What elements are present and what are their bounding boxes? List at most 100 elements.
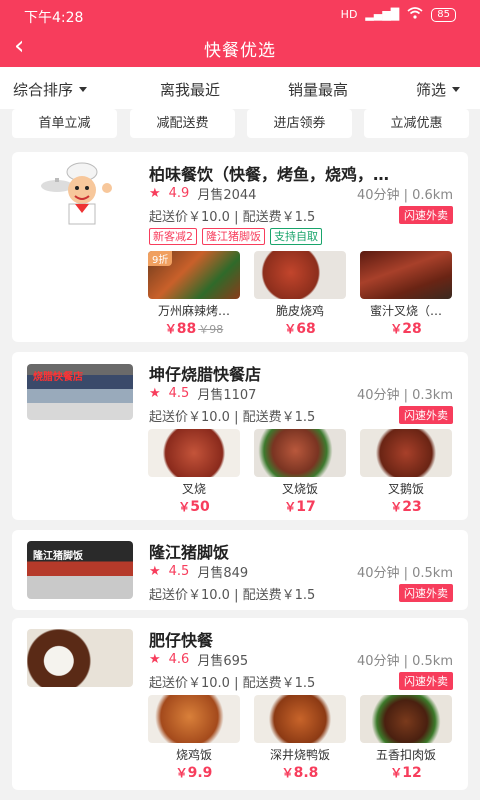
signal-icon: HD <box>340 8 358 21</box>
shop-name: 肥仔快餐 <box>149 631 214 650</box>
dish-name: 烧鸡饭 <box>175 748 212 762</box>
price-value: 17 <box>296 499 316 515</box>
status-time: 下午4:28 <box>24 10 84 26</box>
filter-button[interactable]: 筛选 <box>416 79 461 100</box>
shop-sign-text: 烧腊快餐店 <box>33 372 83 383</box>
promo-tag: 新客减2 <box>149 228 197 245</box>
promo-tag: 隆江猪脚饭 <box>202 228 265 245</box>
flash-delivery-badge: 闪速外卖 <box>399 584 453 602</box>
filter-first-order[interactable]: 首单立减 <box>12 109 117 138</box>
price-value: 88 <box>176 321 197 337</box>
shop-fees: 起送价￥10.0 | 配送费￥1.5 <box>149 588 316 603</box>
dish-name: 叉烧饭 <box>281 482 318 496</box>
dish-image <box>254 695 346 743</box>
shop-rating-row: ★ 4.9 月售2044 <box>149 184 256 203</box>
flash-delivery-badge: 闪速外卖 <box>399 406 453 424</box>
status-bar: 下午4:28 HD ▂▄▆█ 85 <box>0 0 480 30</box>
shop-sign-text: 隆江猪脚饭 <box>33 551 83 562</box>
currency-symbol: ￥ <box>284 322 297 336</box>
dish-name: 叉鹅饭 <box>387 482 424 496</box>
dish-name: 脆皮烧鸡 <box>275 304 324 318</box>
shop-rating: 4.6 <box>168 652 190 667</box>
dish-price: ￥8.8 <box>254 764 346 781</box>
shop-logo <box>27 629 133 687</box>
shop-name: 坤仔烧腊快餐店 <box>149 365 262 384</box>
price-value: 50 <box>190 499 210 515</box>
shop-fees: 起送价￥10.0 | 配送费￥1.5 <box>149 410 316 425</box>
shop-fees: 起送价￥10.0 | 配送费￥1.5 <box>149 210 316 225</box>
shop-rating-row: ★ 4.5 月售1107 <box>149 384 256 403</box>
dish-price: ￥23 <box>360 498 452 515</box>
dish-item[interactable]: 五香扣肉饭 ￥12 <box>360 695 452 781</box>
nav-bar: ‹ 快餐优选 <box>0 30 480 67</box>
dish-item[interactable]: 9折 万州麻辣烤… ￥88 ￥98 <box>148 251 240 337</box>
dish-price: ￥9.9 <box>148 764 240 781</box>
shop-logo <box>27 158 133 226</box>
dish-price: ￥68 <box>254 320 346 337</box>
dish-item[interactable]: 叉烧饭 ￥17 <box>254 429 346 515</box>
sort-label: 销量最高 <box>288 81 349 99</box>
filter-coupon[interactable]: 进店领券 <box>247 109 352 138</box>
caret-down-icon <box>452 87 461 92</box>
sort-nearest[interactable]: 离我最近 <box>160 79 220 100</box>
flash-delivery-badge: 闪速外卖 <box>399 206 453 224</box>
dish-item[interactable]: 脆皮烧鸡 ￥68 <box>254 251 346 337</box>
dish-image <box>360 695 452 743</box>
shop-sales: 月售849 <box>197 566 249 581</box>
currency-symbol: ￥ <box>178 500 191 514</box>
dish-image: 9折 <box>148 251 240 299</box>
dish-item[interactable]: 深井烧鸭饭 ￥8.8 <box>254 695 346 781</box>
dish-item[interactable]: 叉鹅饭 ￥23 <box>360 429 452 515</box>
shop-card[interactable]: 隆江猪脚饭 隆江猪脚饭 ★ 4.5 月售849 40分钟 | 0.5km 起送价￥1… <box>12 530 468 610</box>
cell-signal-icon: ▂▄▆█ <box>365 8 400 21</box>
sort-comprehensive[interactable]: 综合排序 <box>13 79 88 100</box>
sort-top-sales[interactable]: 销量最高 <box>288 79 348 100</box>
shop-card[interactable]: 柏味餐饮（快餐，烤鱼，烧鸡，… ★ 4.9 月售2044 40分钟 | 0.6km … <box>12 152 468 342</box>
shop-eta: 40分钟 | 0.5km <box>356 566 453 581</box>
dish-image <box>148 695 240 743</box>
shop-sales: 月售695 <box>197 654 249 669</box>
dish-name: 蜜汁叉烧（… <box>369 304 442 318</box>
dish-image <box>254 251 346 299</box>
original-price: ￥98 <box>198 323 224 336</box>
star-icon: ★ <box>149 186 161 201</box>
dish-price: ￥88 ￥98 <box>148 320 240 337</box>
price-value: 8.8 <box>293 765 319 781</box>
shop-logo: 烧腊快餐店 <box>27 364 133 420</box>
dish-name: 叉烧 <box>181 482 206 496</box>
shop-eta: 40分钟 | 0.3km <box>356 388 453 403</box>
star-icon: ★ <box>149 652 161 667</box>
dish-price: ￥17 <box>254 498 346 515</box>
shop-eta: 40分钟 | 0.5km <box>356 654 453 669</box>
sort-label: 筛选 <box>416 81 447 99</box>
currency-symbol: ￥ <box>164 322 177 336</box>
dish-price: ￥50 <box>148 498 240 515</box>
shop-card[interactable]: 烧腊快餐店 坤仔烧腊快餐店 ★ 4.5 月售1107 40分钟 | 0.3km 起送… <box>12 352 468 520</box>
currency-symbol: ￥ <box>175 766 188 780</box>
price-value: 9.9 <box>187 765 213 781</box>
price-value: 23 <box>402 499 422 515</box>
quick-filter-bar: 首单立减 减配送费 进店领券 立减优惠 <box>0 109 480 143</box>
shop-card[interactable]: 肥仔快餐 ★ 4.6 月售695 40分钟 | 0.5km 起送价￥10.0 | 配… <box>12 618 468 790</box>
shop-promos: 新客减2 隆江猪脚饭 支持自取 <box>149 228 322 245</box>
shop-fees: 起送价￥10.0 | 配送费￥1.5 <box>149 676 316 691</box>
dish-item[interactable]: 烧鸡饭 ￥9.9 <box>148 695 240 781</box>
filter-instant-discount[interactable]: 立减优惠 <box>364 109 469 138</box>
app-header: 下午4:28 HD ▂▄▆█ 85 ‹ 快餐优选 <box>0 0 480 67</box>
currency-symbol: ￥ <box>390 322 403 336</box>
currency-symbol: ￥ <box>390 766 403 780</box>
shop-eta: 40分钟 | 0.6km <box>356 188 453 203</box>
dish-item[interactable]: 蜜汁叉烧（… ￥28 <box>360 251 452 337</box>
dish-price: ￥12 <box>360 764 452 781</box>
dish-price: ￥28 <box>360 320 452 337</box>
shop-name: 隆江猪脚饭 <box>149 543 230 562</box>
shop-sales: 月售1107 <box>197 388 257 403</box>
shop-rating-row: ★ 4.5 月售849 <box>149 562 248 581</box>
shop-rating-row: ★ 4.6 月售695 <box>149 650 248 669</box>
battery-icon: 85 <box>431 7 456 22</box>
dish-item[interactable]: 叉烧 ￥50 <box>148 429 240 515</box>
dish-image <box>254 429 346 477</box>
filter-delivery-discount[interactable]: 减配送费 <box>130 109 235 138</box>
status-icons: HD ▂▄▆█ 85 <box>341 7 456 22</box>
currency-symbol: ￥ <box>284 500 297 514</box>
